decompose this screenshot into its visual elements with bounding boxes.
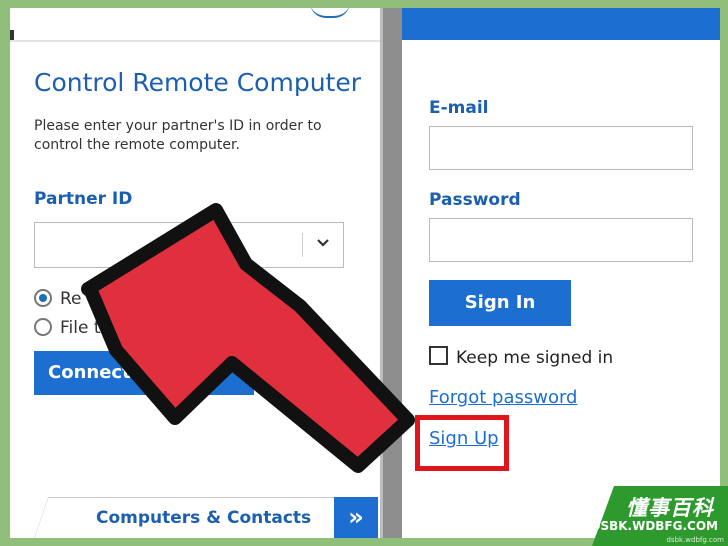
panel-title: Control Remote Computer <box>34 68 362 97</box>
partner-id-input[interactable] <box>34 222 344 268</box>
sign-up-highlight-box <box>415 415 509 471</box>
connect-button[interactable]: Connect to <box>34 351 254 395</box>
password-field[interactable] <box>429 218 693 262</box>
radio-selected-icon[interactable] <box>34 289 52 307</box>
sign-in-panel: E-mail Password Sign In Keep me signed i… <box>402 8 720 538</box>
email-field[interactable] <box>429 126 693 170</box>
email-label: E-mail <box>429 98 489 118</box>
logo-fragment-icon <box>310 8 350 18</box>
forgot-password-link[interactable]: Forgot password <box>429 387 577 408</box>
control-remote-panel: Control Remote Computer Please enter you… <box>10 8 380 538</box>
keep-signed-in-row[interactable]: Keep me signed in <box>429 346 613 368</box>
watermark-name: 懂事百科 <box>626 496 714 520</box>
radio-unselected-icon[interactable] <box>34 318 52 336</box>
computers-contacts-bar: Computers & Contacts » <box>34 497 378 538</box>
keep-signed-in-checkbox[interactable] <box>429 346 448 365</box>
chevron-down-icon[interactable] <box>315 235 331 251</box>
watermark: 懂事百科 DSBK.WDBFG.COM dsbk.wdbfg.com <box>590 486 728 546</box>
double-chevron-right-icon[interactable]: » <box>334 497 378 538</box>
panel-description: Please enter your partner's ID in order … <box>34 118 322 153</box>
partner-id-label: Partner ID <box>34 189 133 209</box>
radio-remote-control[interactable]: Re <box>34 289 82 309</box>
computers-contacts-tab[interactable]: Computers & Contacts <box>34 497 335 538</box>
dropdown-separator <box>302 233 303 257</box>
left-top-strip <box>10 8 380 42</box>
radio-file-label: File tra <box>60 318 118 338</box>
right-top-bar <box>402 8 720 40</box>
screenshot-frame: Control Remote Computer Please enter you… <box>10 8 720 538</box>
radio-remote-label: Re <box>60 289 82 309</box>
edge-mark <box>10 30 14 40</box>
computers-contacts-label: Computers & Contacts <box>96 508 312 528</box>
watermark-small-url: dsbk.wdbfg.com <box>666 536 724 544</box>
radio-file-transfer[interactable]: File tra <box>34 318 118 338</box>
watermark-url: DSBK.WDBFG.COM <box>590 519 718 533</box>
sign-in-button[interactable]: Sign In <box>429 280 571 326</box>
keep-signed-in-label: Keep me signed in <box>456 348 614 368</box>
window-divider <box>380 8 402 538</box>
password-label: Password <box>429 190 521 210</box>
